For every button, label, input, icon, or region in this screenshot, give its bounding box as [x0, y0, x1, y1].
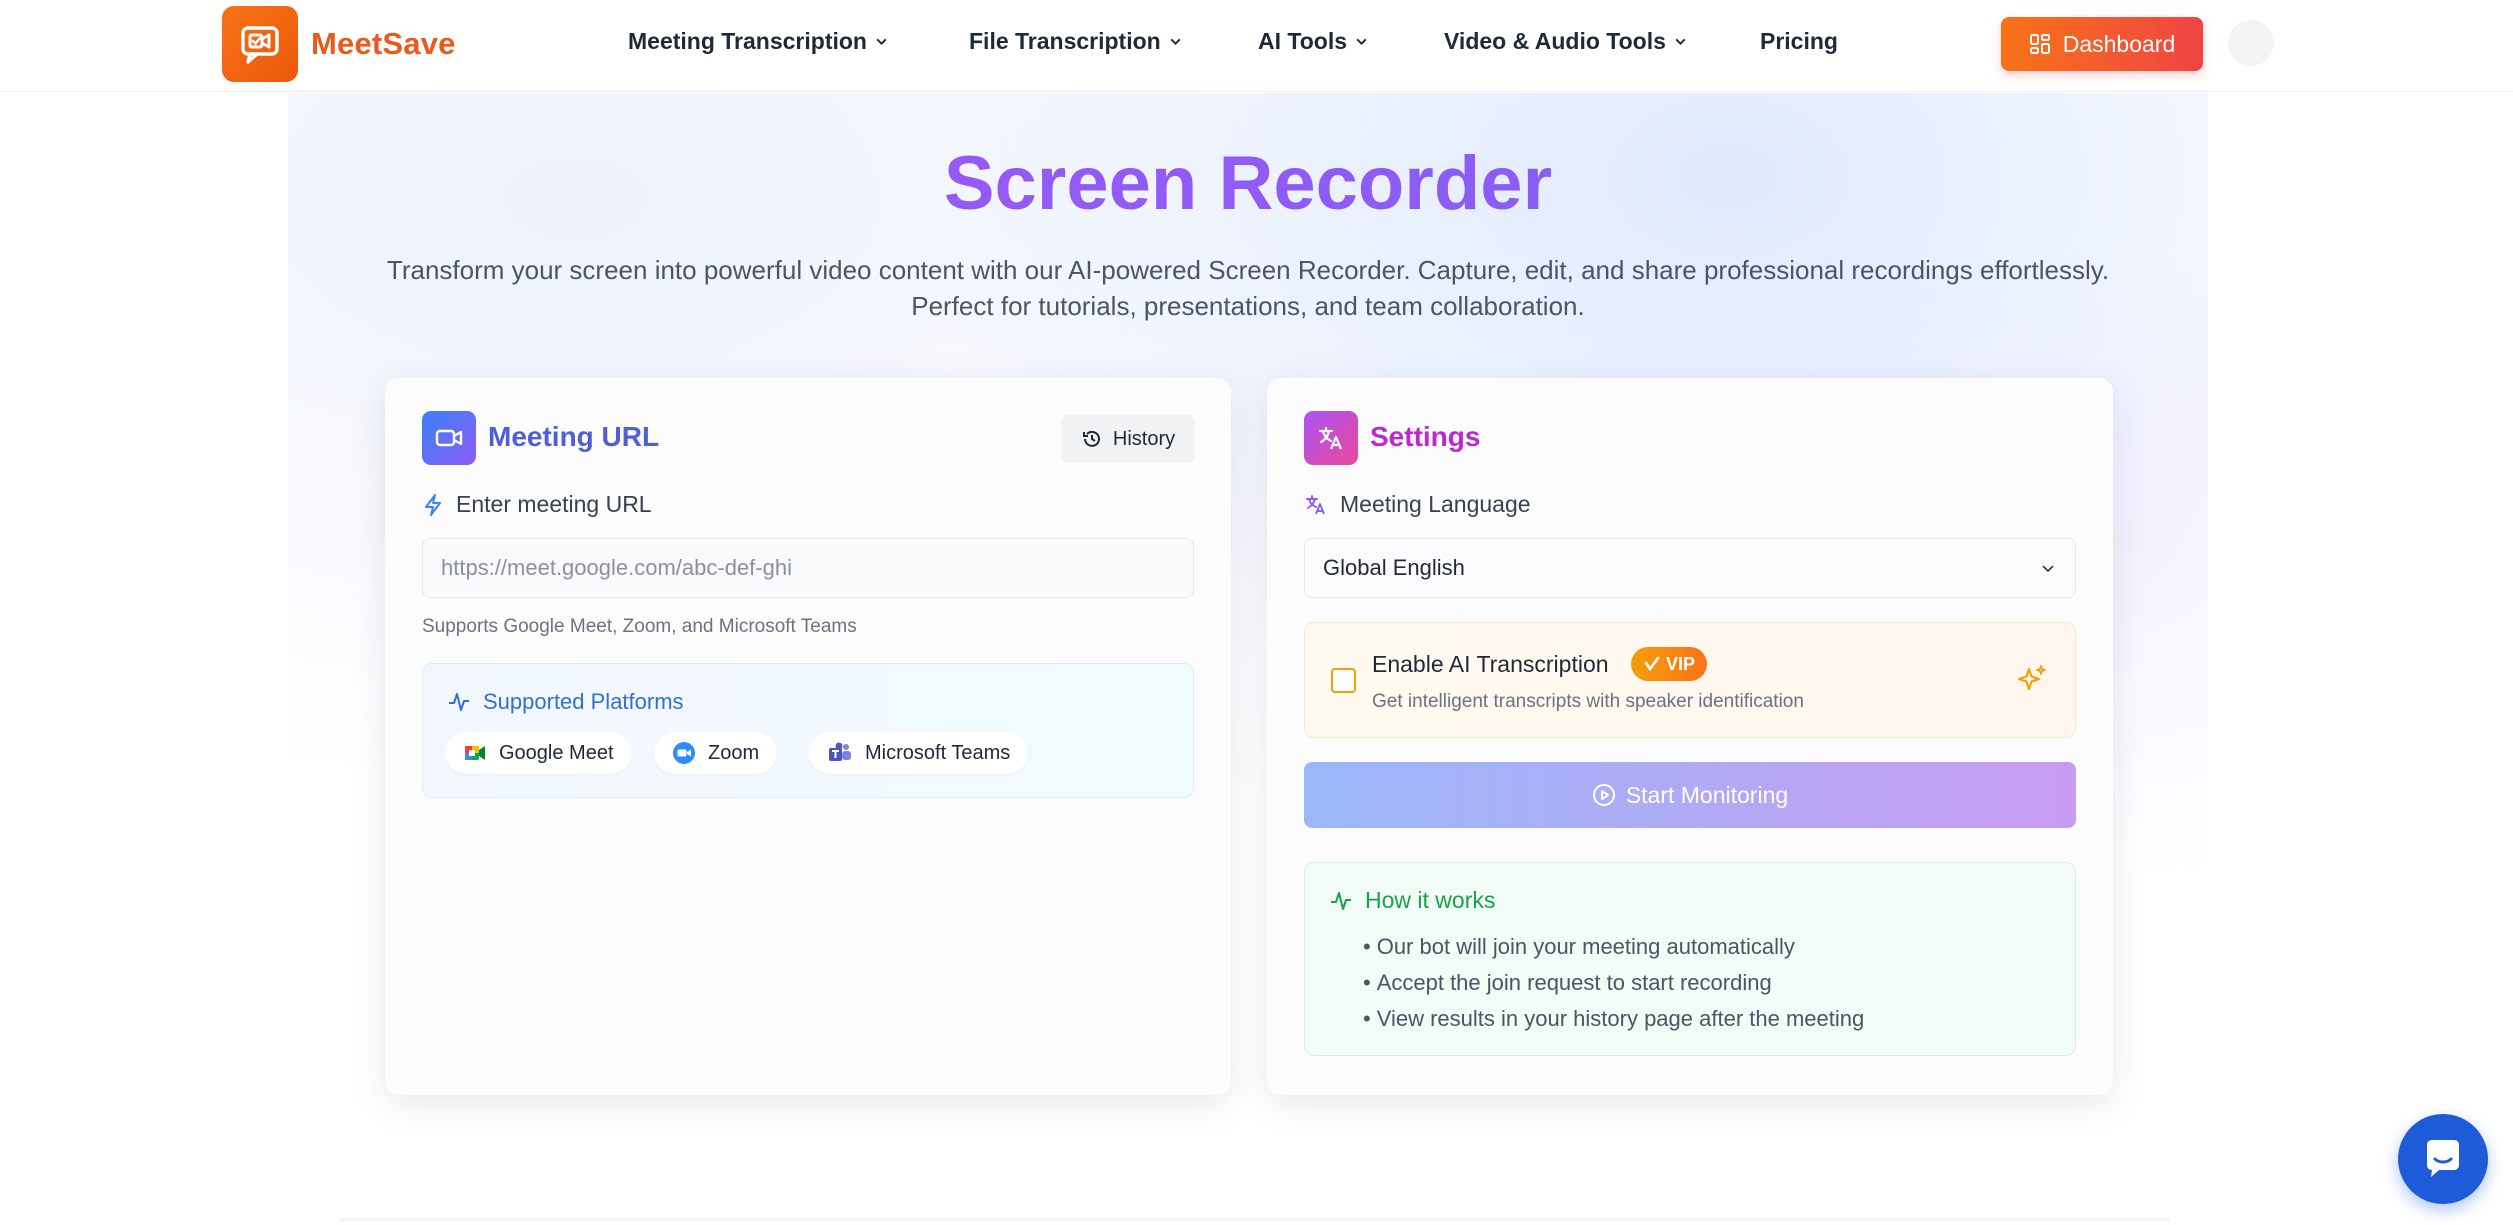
- ai-transcription-checkbox[interactable]: [1331, 668, 1356, 693]
- chat-icon: [2427, 1140, 2459, 1177]
- activity-icon: [1331, 891, 1351, 910]
- lightning-icon: [425, 493, 441, 516]
- nav-file-transcription[interactable]: File Transcription: [969, 28, 1182, 55]
- nav-label: Video & Audio Tools: [1444, 28, 1666, 54]
- page-title: Screen Recorder: [0, 140, 2496, 227]
- start-monitoring-label: Start Monitoring: [1625, 781, 1789, 808]
- platform-chip-google-meet: Google Meet: [445, 732, 632, 774]
- meeting-url-card: Meeting URL History Enter meeting URL Su…: [385, 378, 1231, 1095]
- field-label-text: Meeting Language: [1340, 491, 1531, 517]
- subtitle-line: Perfect for tutorials, presentations, an…: [911, 291, 1585, 321]
- chat-widget-button[interactable]: [2398, 1114, 2488, 1204]
- nav-meeting-transcription[interactable]: Meeting Transcription: [628, 28, 888, 55]
- zoom-icon: [672, 741, 696, 765]
- activity-icon: [449, 693, 469, 711]
- google-meet-icon: [463, 742, 487, 764]
- ai-transcription-title: Enable AI Transcription: [1372, 651, 1609, 677]
- meeting-url-input[interactable]: [422, 538, 1194, 598]
- meeting-language-select[interactable]: Global English: [1304, 538, 2076, 598]
- nav-label: Meeting Transcription: [628, 28, 867, 54]
- top-navbar: MeetSave Meeting Transcription File Tran…: [0, 0, 2513, 92]
- chevron-down-icon: [1170, 38, 1181, 46]
- supported-platforms-box: Supported Platforms Google Meet Zoom Mic…: [422, 663, 1194, 798]
- supported-platforms-title: Supported Platforms: [447, 689, 684, 715]
- nav-video-audio-tools[interactable]: Video & Audio Tools: [1444, 28, 1687, 55]
- nav-label: Pricing: [1760, 28, 1838, 54]
- start-monitoring-button[interactable]: Start Monitoring: [1304, 762, 2076, 828]
- history-icon: [1082, 430, 1100, 447]
- platforms-title-text: Supported Platforms: [483, 689, 684, 714]
- field-label-text: Enter meeting URL: [456, 491, 652, 517]
- platform-label: Microsoft Teams: [865, 741, 1011, 764]
- history-label: History: [1112, 427, 1176, 450]
- grid-icon: [2029, 34, 2050, 54]
- chevron-down-icon: [876, 38, 887, 46]
- brand-name: MeetSave: [311, 26, 456, 61]
- chevron-down-icon: [1675, 38, 1686, 46]
- meeting-language-label: Meeting Language: [1304, 491, 1531, 518]
- chevron-down-icon: [1356, 38, 1367, 46]
- history-button[interactable]: History: [1061, 415, 1195, 463]
- video-camera-icon: [422, 411, 476, 465]
- platform-chip-zoom: Zoom: [654, 732, 778, 774]
- crown-check-icon: [1644, 656, 1660, 672]
- subtitle-line: Transform your screen into powerful vide…: [386, 255, 2110, 285]
- how-title-text: How it works: [1365, 887, 1496, 913]
- platform-label: Google Meet: [499, 741, 614, 764]
- settings-card: Settings Meeting Language Global English…: [1267, 378, 2113, 1095]
- vip-badge: VIP: [1631, 647, 1708, 681]
- dashboard-label: Dashboard: [2062, 30, 2176, 57]
- ai-transcription-subtitle: Get intelligent transcripts with speaker…: [1372, 691, 1804, 712]
- translate-small-icon: [1306, 494, 1325, 514]
- section-divider: [340, 1218, 2170, 1225]
- meeting-url-label: Enter meeting URL: [422, 491, 652, 518]
- settings-title: Settings: [1370, 421, 1481, 452]
- sparkles-icon: [2017, 665, 2046, 691]
- logo-icon: [222, 6, 298, 82]
- nav-pricing[interactable]: Pricing: [1760, 28, 1838, 55]
- nav-label: AI Tools: [1258, 28, 1348, 54]
- nav-ai-tools[interactable]: AI Tools: [1258, 28, 1368, 55]
- platform-label: Zoom: [708, 741, 760, 764]
- microsoft-teams-icon: [827, 741, 853, 765]
- list-item: Accept the join request to start recordi…: [1363, 965, 1864, 1001]
- vip-label: VIP: [1666, 653, 1696, 674]
- how-it-works-title: How it works: [1329, 887, 1495, 914]
- brand-logo[interactable]: MeetSave: [222, 6, 456, 82]
- how-it-works-list: Our bot will join your meeting automatic…: [1363, 929, 1865, 1037]
- list-item: Our bot will join your meeting automatic…: [1363, 929, 1864, 965]
- dashboard-button[interactable]: Dashboard: [2001, 17, 2203, 71]
- play-circle-icon: [1592, 784, 1615, 806]
- chevron-down-icon: [2042, 565, 2054, 573]
- nav-label: File Transcription: [969, 28, 1161, 54]
- meeting-url-title: Meeting URL: [488, 421, 660, 452]
- ai-transcription-box: Enable AI Transcription VIP Get intellig…: [1304, 622, 2076, 738]
- translate-icon: [1304, 411, 1358, 465]
- list-item: View results in your history page after …: [1363, 1001, 1865, 1037]
- how-it-works-box: How it works Our bot will join your meet…: [1304, 862, 2076, 1056]
- avatar[interactable]: [2228, 20, 2274, 66]
- platform-chip-microsoft-teams: Microsoft Teams: [809, 732, 1029, 774]
- supported-hint: Supports Google Meet, Zoom, and Microsof…: [422, 616, 857, 637]
- page-subtitle: Transform your screen into powerful vide…: [300, 252, 2196, 324]
- selected-language: Global English: [1323, 555, 1465, 580]
